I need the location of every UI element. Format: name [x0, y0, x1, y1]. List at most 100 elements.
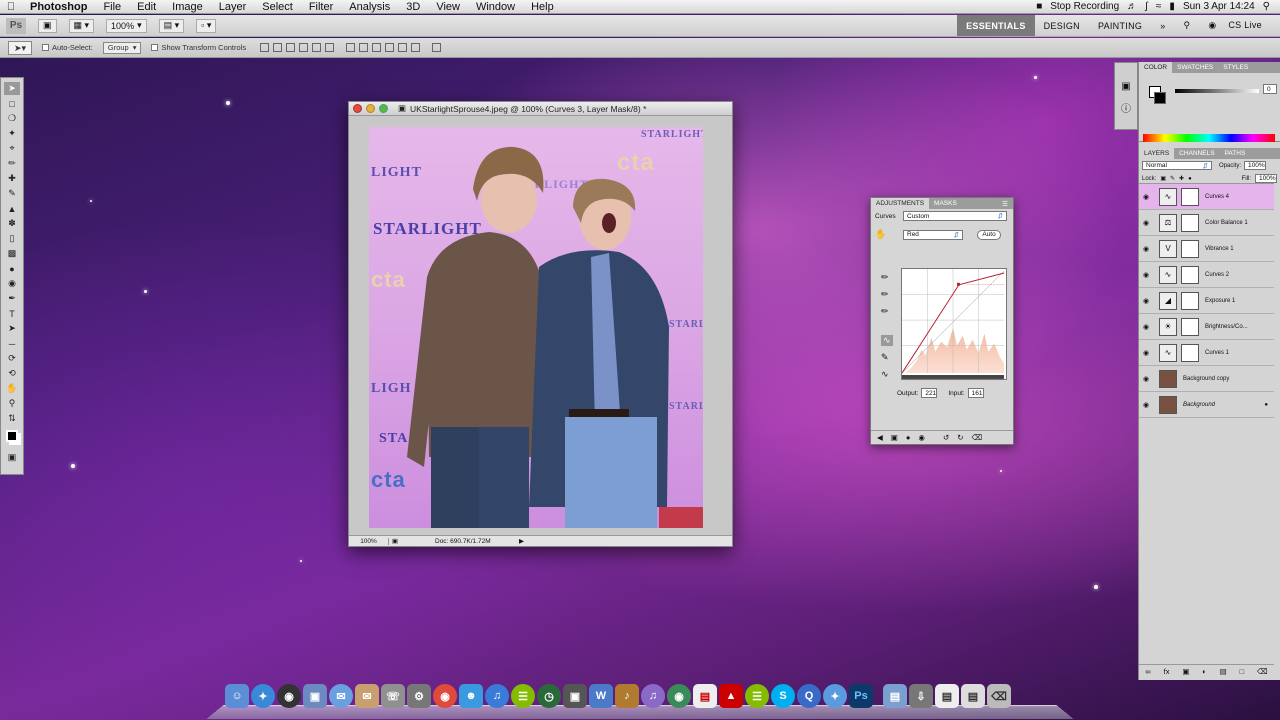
tab-color[interactable]: COLOR [1139, 62, 1173, 73]
distribute-top-icon[interactable] [346, 43, 356, 52]
eye-icon[interactable]: ◉ [1139, 349, 1153, 357]
layer-row[interactable]: ◉ V Vibrance 1 [1139, 236, 1274, 262]
align-vcenter-icon[interactable] [273, 43, 283, 52]
tab-paths[interactable]: PATHS [1220, 148, 1251, 159]
align-top-icon[interactable] [260, 43, 270, 52]
stamp-tool-icon[interactable]: ▲ [4, 202, 20, 215]
curve-point-tool-icon[interactable]: ∿ [881, 335, 893, 346]
battery-icon[interactable]: ▮ [1169, 1, 1175, 12]
opacity-field[interactable]: 100% [1244, 161, 1267, 170]
lock-transparency-icon[interactable]: ▣ [1160, 175, 1166, 182]
quick-mask-icon[interactable]: ▣ [4, 451, 20, 464]
distribute-right-icon[interactable] [411, 43, 421, 52]
curves-graph[interactable] [901, 268, 1007, 380]
workspace-essentials[interactable]: ESSENTIALS [957, 15, 1035, 36]
photo-booth-icon[interactable]: ▣ [563, 684, 587, 708]
clip-to-layer-icon[interactable]: ● [906, 433, 911, 442]
delete-adjustment-icon[interactable]: ⌫ [972, 433, 983, 442]
layer-mask-thumb[interactable] [1181, 317, 1199, 336]
preset-select[interactable]: Custom ⇵ [903, 211, 1007, 221]
return-to-list-icon[interactable]: ◀ [877, 433, 883, 442]
path-select-tool-icon[interactable]: ➤ [4, 322, 20, 335]
cs-live-button[interactable]: ◉ CS Live [1199, 20, 1280, 31]
histogram-icon[interactable]: ▣ [1115, 81, 1137, 92]
folder-icon[interactable]: ▤ [883, 684, 907, 708]
volume-icon[interactable]: ♬ [1127, 1, 1137, 12]
menu-layer[interactable]: Layer [211, 1, 255, 13]
align-left-icon[interactable] [299, 43, 309, 52]
tab-styles[interactable]: STYLES [1218, 62, 1253, 73]
layer-row[interactable]: ◉ ☀ Brightness/Co... [1139, 314, 1274, 340]
info-icon[interactable]: ⓘ [1115, 100, 1137, 115]
gray-point-eyedropper-icon[interactable]: ✏ [881, 289, 893, 300]
zoom-field[interactable]: 100% [349, 537, 389, 545]
auto-select-mode[interactable]: Group ▾ [102, 41, 142, 54]
earth-icon[interactable]: ◉ [667, 684, 691, 708]
safari-2-icon[interactable]: ✦ [823, 684, 847, 708]
visibility-icon[interactable]: ◉ [918, 433, 925, 442]
eye-icon[interactable]: ◉ [1139, 271, 1153, 279]
apple-icon[interactable]:  [0, 1, 22, 13]
eraser-tool-icon[interactable]: ▯ [4, 232, 20, 245]
lock-position-icon[interactable]: ✚ [1179, 175, 1184, 182]
more-workspaces[interactable]: » [1151, 21, 1174, 31]
eye-icon[interactable]: ◉ [1139, 219, 1153, 227]
pen-tool-icon[interactable]: ✒ [4, 292, 20, 305]
fill-field[interactable]: 100% [1255, 174, 1277, 183]
align-right-icon[interactable] [325, 43, 335, 52]
eye-icon[interactable]: ◉ [1139, 297, 1153, 305]
tab-swatches[interactable]: SWATCHES [1172, 62, 1218, 73]
align-hcenter-icon[interactable] [312, 43, 322, 52]
eye-icon[interactable]: ◉ [1139, 401, 1153, 409]
new-layer-icon[interactable]: □ [1240, 667, 1245, 676]
bluetooth-icon[interactable]: ∫ [1145, 1, 1148, 12]
workspace-painting[interactable]: PAINTING [1089, 21, 1151, 31]
menu-file[interactable]: File [95, 1, 129, 13]
color-value-field[interactable]: 0 [1263, 84, 1277, 94]
spotlight-icon[interactable]: ⚲ [1263, 1, 1270, 12]
blend-mode-select[interactable]: Normal ⇵ [1142, 161, 1212, 170]
layer-row[interactable]: ◉ ∿ Curves 2 [1139, 262, 1274, 288]
stop-recording[interactable]: Stop Recording [1050, 1, 1119, 12]
output-field[interactable]: 221 [921, 388, 938, 398]
menu-help[interactable]: Help [523, 1, 562, 13]
show-transform-checkbox[interactable] [151, 44, 159, 51]
address-book-icon[interactable]: ☏ [381, 684, 405, 708]
menu-view[interactable]: View [428, 1, 468, 13]
menu-select[interactable]: Select [254, 1, 301, 13]
3d-rotate-tool-icon[interactable]: ⟳ [4, 352, 20, 365]
hand-tool-icon[interactable]: ✋ [4, 382, 20, 395]
menu-analysis[interactable]: Analysis [341, 1, 398, 13]
finder-icon[interactable]: ☺ [225, 684, 249, 708]
blur-tool-icon[interactable]: ● [4, 262, 20, 275]
spotify-2-icon[interactable]: ☰ [745, 684, 769, 708]
swap-colors-icon[interactable]: ⇅ [4, 412, 20, 425]
on-image-adjust-icon[interactable]: ✋ [875, 229, 903, 240]
tab-channels[interactable]: CHANNELS [1174, 148, 1219, 159]
menu-edit[interactable]: Edit [129, 1, 164, 13]
launch-bridge-button[interactable]: ▣ [38, 18, 57, 33]
people-icon[interactable]: ☻ [459, 684, 483, 708]
smooth-curve-icon[interactable]: ∿ [881, 369, 893, 380]
zoom-tool-icon[interactable]: ⚲ [4, 397, 20, 410]
dashboard-icon[interactable]: ◉ [277, 684, 301, 708]
marquee-tool-icon[interactable]: □ [4, 97, 20, 110]
time-machine-icon[interactable]: ◷ [537, 684, 561, 708]
spotify-icon[interactable]: ☰ [511, 684, 535, 708]
spectrum-bar[interactable] [1143, 134, 1275, 142]
color-slider[interactable] [1175, 89, 1259, 93]
lock-pixels-icon[interactable]: ✎ [1170, 175, 1175, 182]
crop-tool-icon[interactable]: ⌖ [4, 142, 20, 155]
eyedropper-tool-icon[interactable]: ✏ [4, 157, 20, 170]
trash-icon[interactable]: ⌫ [987, 684, 1011, 708]
distribute-left-icon[interactable] [385, 43, 395, 52]
add-mask-icon[interactable]: ▣ [1182, 667, 1189, 676]
quicktime-icon[interactable]: Q [797, 684, 821, 708]
document-titlebar[interactable]: ▣ UKStarlightSprouse4.jpeg @ 100% (Curve… [349, 102, 732, 116]
input-field[interactable]: 161 [967, 388, 984, 398]
word-icon[interactable]: W [589, 684, 613, 708]
lock-all-icon[interactable]: ● [1188, 176, 1192, 182]
wifi-icon[interactable]: ≈ [1156, 1, 1162, 12]
move-tool-preset[interactable]: ➤▾ [8, 40, 32, 55]
stack-icon[interactable]: ▤ [961, 684, 985, 708]
